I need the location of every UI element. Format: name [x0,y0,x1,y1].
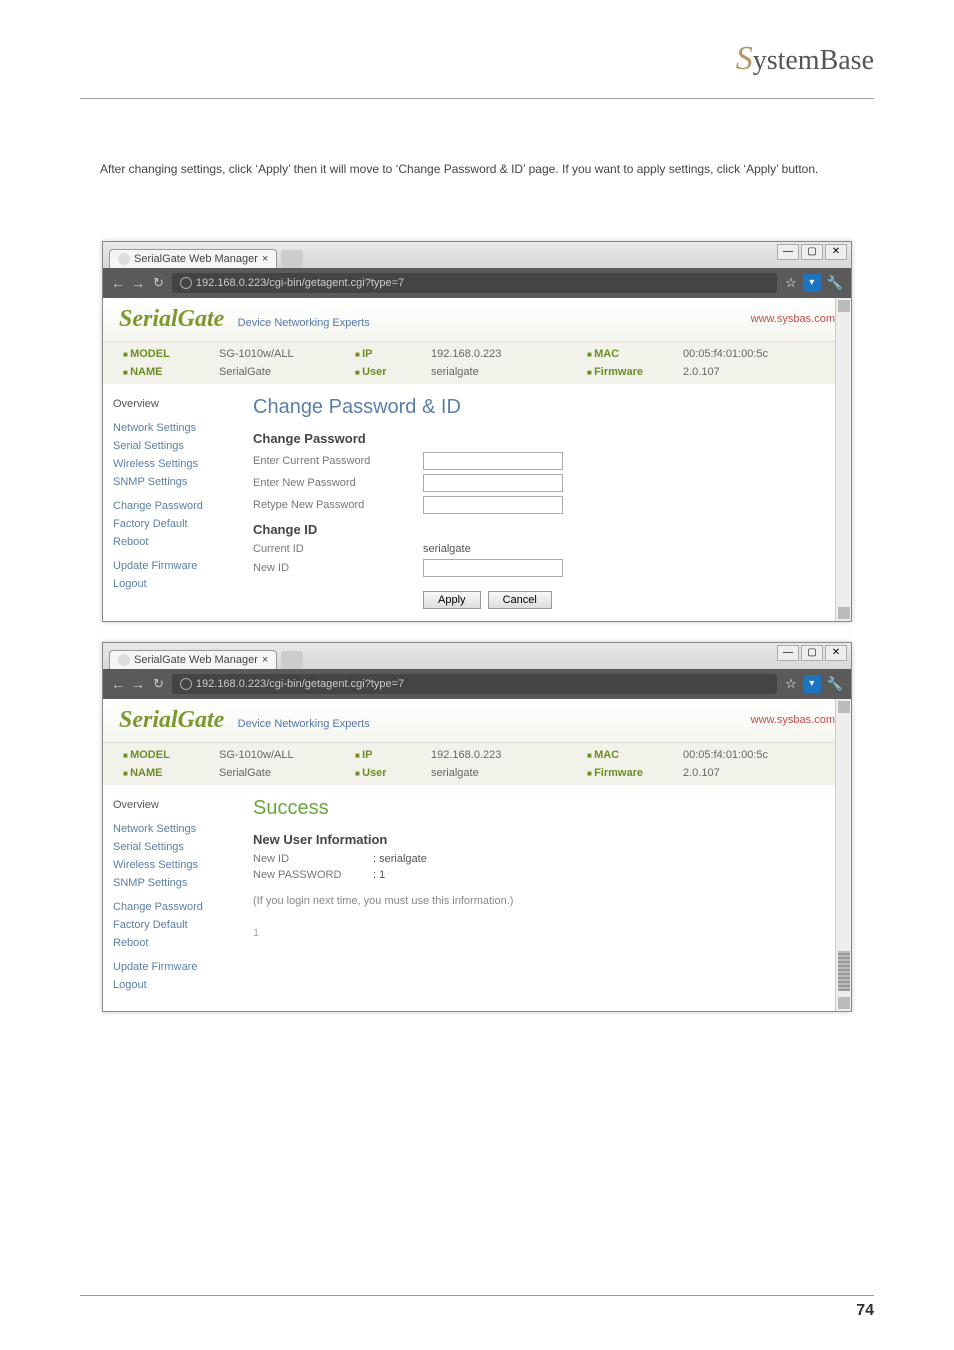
cancel-button[interactable]: Cancel [488,591,552,609]
maximize-button[interactable]: ▢ [801,244,823,260]
main-panel: Success New User Information New ID: ser… [233,785,851,1011]
new-password-label: New PASSWORD [253,869,373,881]
reload-button[interactable]: ↻ [153,676,164,692]
globe-icon [180,678,192,690]
section-change-id: Change ID [253,522,831,537]
browser-window-1: SerialGate Web Manager× — ▢ ✕ ← → ↻ 192.1… [102,241,852,622]
wrench-icon[interactable]: 🔧 [827,676,843,692]
current-id-value: serialgate [423,543,471,555]
login-note: (If you login next time, you must use th… [253,895,831,907]
scroll-down-icon[interactable] [838,997,850,1009]
sidebar-item-factory[interactable]: Factory Default [113,919,223,931]
device-info-bar: MODELSG-1010w/ALL IP192.168.0.223 MAC00:… [103,342,851,384]
section-change-password: Change Password [253,431,831,446]
sidebar-item-snmp[interactable]: SNMP Settings [113,877,223,889]
forward-button[interactable]: → [131,676,145,692]
browser-tab[interactable]: SerialGate Web Manager× [109,650,277,669]
panel-title: Change Password & ID [253,396,831,419]
sidebar-item-serial[interactable]: Serial Settings [113,841,223,853]
description-text: After changing settings, click ‘Apply’ t… [100,159,874,181]
sidebar-item-password[interactable]: Change Password [113,500,223,512]
favicon-icon [118,654,130,666]
current-id-label: Current ID [253,543,413,555]
sidebar-item-reboot[interactable]: Reboot [113,536,223,548]
website-link[interactable]: www.sysbas.com [751,313,835,325]
sidebar-item-overview[interactable]: Overview [113,799,223,811]
wrench-icon[interactable]: 🔧 [827,275,843,291]
new-password-value: : 1 [373,869,385,881]
sidebar-item-wireless[interactable]: Wireless Settings [113,458,223,470]
tagline: Device Networking Experts [238,317,370,329]
browser-tab[interactable]: SerialGate Web Manager× [109,249,277,268]
star-icon[interactable]: ☆ [785,275,797,291]
address-bar: ← → ↻ 192.168.0.223/cgi-bin/getagent.cgi?… [103,669,851,699]
minimize-button[interactable]: — [777,645,799,661]
website-link[interactable]: www.sysbas.com [751,714,835,726]
globe-icon [180,277,192,289]
sidebar-menu: Overview Network Settings Serial Setting… [103,785,233,1011]
sidebar-item-firmware[interactable]: Update Firmware [113,961,223,973]
tab-bar: SerialGate Web Manager× — ▢ ✕ [103,643,851,669]
new-id-input[interactable] [423,559,563,577]
device-info-bar: MODELSG-1010w/ALL IP192.168.0.223 MAC00:… [103,743,851,785]
brand-logo: SystemBase [80,40,874,78]
retype-password-input[interactable] [423,496,563,514]
current-password-input[interactable] [423,452,563,470]
favicon-icon [118,253,130,265]
sidebar-item-logout[interactable]: Logout [113,578,223,590]
sidebar-item-password[interactable]: Change Password [113,901,223,913]
tab-bar: SerialGate Web Manager× — ▢ ✕ [103,242,851,268]
sidebar-item-serial[interactable]: Serial Settings [113,440,223,452]
sidebar-item-wireless[interactable]: Wireless Settings [113,859,223,871]
address-bar: ← → ↻ 192.168.0.223/cgi-bin/getagent.cgi?… [103,268,851,298]
footer-mark: 1 [253,927,831,939]
sidebar-item-logout[interactable]: Logout [113,979,223,991]
forward-button[interactable]: → [131,275,145,291]
retype-password-label: Retype New Password [253,499,413,511]
maximize-button[interactable]: ▢ [801,645,823,661]
sidebar-item-firmware[interactable]: Update Firmware [113,560,223,572]
new-user-info-heading: New User Information [253,832,831,847]
success-title: Success [253,797,831,820]
star-icon[interactable]: ☆ [785,676,797,692]
ext-icon[interactable]: ▾ [803,274,821,292]
tagline: Device Networking Experts [238,718,370,730]
scroll-up-icon[interactable] [838,701,850,713]
sidebar-item-factory[interactable]: Factory Default [113,518,223,530]
apply-button[interactable]: Apply [423,591,481,609]
ext-icon[interactable]: ▾ [803,675,821,693]
current-password-label: Enter Current Password [253,455,413,467]
sidebar-item-network[interactable]: Network Settings [113,422,223,434]
scroll-down-icon[interactable] [838,607,850,619]
scroll-up-icon[interactable] [838,300,850,312]
serialgate-logo: SerialGate [119,306,224,332]
sidebar-menu: Overview Network Settings Serial Setting… [103,384,233,621]
new-id-label: New ID [253,562,413,574]
close-window-button[interactable]: ✕ [825,244,847,260]
sidebar-item-overview[interactable]: Overview [113,398,223,410]
serialgate-logo: SerialGate [119,707,224,733]
sidebar-item-network[interactable]: Network Settings [113,823,223,835]
url-input[interactable]: 192.168.0.223/cgi-bin/getagent.cgi?type=… [172,273,777,293]
new-password-label: Enter New Password [253,477,413,489]
back-button[interactable]: ← [111,676,125,692]
browser-window-2: SerialGate Web Manager× — ▢ ✕ ← → ↻ 192.1… [102,642,852,1012]
reload-button[interactable]: ↻ [153,275,164,291]
new-tab-button[interactable] [281,651,303,669]
main-panel: Change Password & ID Change Password Ent… [233,384,851,621]
new-tab-button[interactable] [281,250,303,268]
new-password-input[interactable] [423,474,563,492]
url-input[interactable]: 192.168.0.223/cgi-bin/getagent.cgi?type=… [172,674,777,694]
minimize-button[interactable]: — [777,244,799,260]
close-icon[interactable]: × [262,654,268,666]
close-icon[interactable]: × [262,253,268,265]
page-number: 74 [80,1295,874,1320]
new-id-value: : serialgate [373,853,427,865]
close-window-button[interactable]: ✕ [825,645,847,661]
scroll-thumb[interactable] [838,951,850,991]
back-button[interactable]: ← [111,275,125,291]
sidebar-item-snmp[interactable]: SNMP Settings [113,476,223,488]
new-id-label: New ID [253,853,373,865]
sidebar-item-reboot[interactable]: Reboot [113,937,223,949]
